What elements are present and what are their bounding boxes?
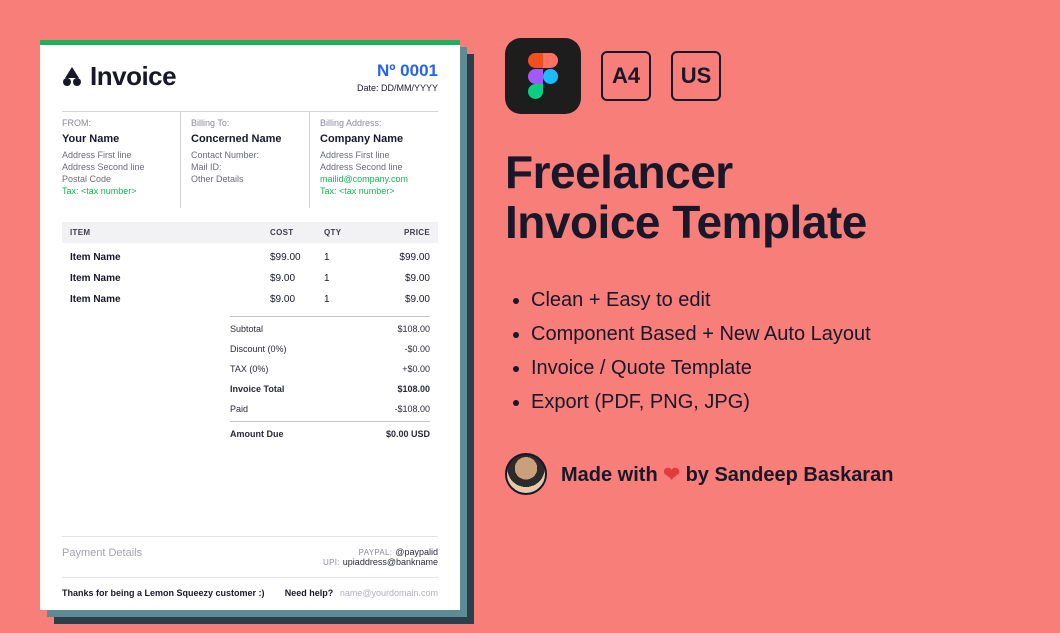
item-row: Item Name $9.00 1 $9.00 bbox=[70, 289, 430, 310]
item-row: Item Name $9.00 1 $9.00 bbox=[70, 268, 430, 289]
invoice-logo-icon bbox=[62, 67, 82, 87]
items-header: ITEM COST QTY PRICE bbox=[62, 222, 438, 243]
invoice-date: Date: DD/MM/YYYY bbox=[357, 83, 438, 93]
billing-to-block: Billing To: Concerned Name Contact Numbe… bbox=[181, 111, 310, 208]
invoice-page: Invoice Nº 0001 Date: DD/MM/YYYY FROM: Y… bbox=[40, 40, 460, 610]
billing-to-name: Concerned Name bbox=[191, 133, 299, 145]
item-row: Item Name $99.00 1 $99.00 bbox=[70, 247, 430, 268]
figma-icon bbox=[505, 38, 581, 114]
author-credit: Made with ❤ by Sandeep Baskaran bbox=[505, 453, 1025, 495]
from-name: Your Name bbox=[62, 133, 170, 145]
feature-list: Clean + Easy to edit Component Based + N… bbox=[505, 283, 1025, 419]
headline: Freelancer Invoice Template bbox=[505, 148, 1025, 247]
invoice-preview: Invoice Nº 0001 Date: DD/MM/YYYY FROM: Y… bbox=[40, 40, 460, 610]
payment-title: Payment Details bbox=[62, 547, 142, 559]
invoice-accent-bar bbox=[40, 40, 460, 45]
author-avatar bbox=[505, 453, 547, 495]
payment-details: Payment Details PAYPAL:@paypalid UPI:upi… bbox=[62, 536, 438, 578]
billing-address-label: Billing Address: bbox=[320, 118, 428, 128]
billing-address-name: Company Name bbox=[320, 133, 428, 145]
size-badge-a4: A4 bbox=[601, 51, 651, 101]
feature-item: Component Based + New Auto Layout bbox=[531, 317, 1025, 351]
feature-item: Invoice / Quote Template bbox=[531, 351, 1025, 385]
heart-icon: ❤ bbox=[663, 464, 680, 486]
feature-item: Export (PDF, PNG, JPG) bbox=[531, 385, 1025, 419]
from-block: FROM: Your Name Address First line Addre… bbox=[62, 111, 181, 208]
billing-to-label: Billing To: bbox=[191, 118, 299, 128]
invoice-number: Nº 0001 bbox=[357, 61, 438, 81]
from-label: FROM: bbox=[62, 118, 170, 128]
thanks-message: Thanks for being a Lemon Squeezy custome… bbox=[62, 588, 265, 598]
need-help-label: Need help? bbox=[285, 588, 334, 598]
invoice-title: Invoice bbox=[90, 61, 176, 92]
feature-item: Clean + Easy to edit bbox=[531, 283, 1025, 317]
billing-address-block: Billing Address: Company Name Address Fi… bbox=[310, 111, 438, 208]
help-email: name@yourdomain.com bbox=[340, 588, 438, 598]
size-badge-us: US bbox=[671, 51, 721, 101]
